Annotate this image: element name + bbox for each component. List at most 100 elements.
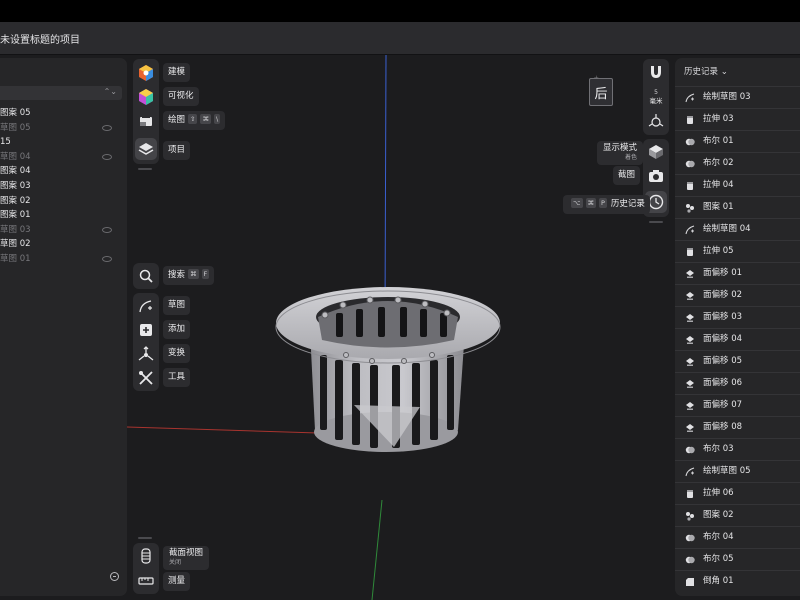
snap-button[interactable] (645, 61, 667, 83)
scene-item[interactable]: 草图 01 (0, 252, 122, 266)
scene-item-label: 草图 01 (0, 254, 31, 264)
visibility-eye-icon[interactable] (102, 226, 112, 233)
history-item[interactable]: 布尔 02 (675, 154, 800, 172)
history-item[interactable]: 图案 02 (675, 506, 800, 524)
history-divider (675, 416, 800, 417)
history-item[interactable]: 拉伸 06 (675, 484, 800, 502)
measure-label[interactable]: 测量 (163, 572, 191, 591)
history-divider (675, 438, 800, 439)
axis-x-line (126, 426, 319, 434)
history-item[interactable]: 面偏移 02 (675, 286, 800, 304)
screenshot-label[interactable]: 截图 (613, 166, 641, 185)
history-item[interactable]: 面偏移 08 (675, 418, 800, 436)
scene-filter-select[interactable]: ⌃⌄ (0, 86, 122, 100)
history-divider (675, 526, 800, 527)
scene-item[interactable]: 草图 04 (0, 150, 122, 164)
scene-item[interactable]: 15 (0, 135, 122, 149)
history-item[interactable]: 布尔 05 (675, 550, 800, 568)
origin-button[interactable] (645, 110, 667, 132)
history-item[interactable]: 绘制草图 05 (675, 462, 800, 480)
basket-model (275, 287, 501, 452)
history-label[interactable]: ⌥ ⌘ P 历史记录 (563, 195, 650, 214)
history-item[interactable]: 面偏移 03 (675, 308, 800, 326)
history-item[interactable]: 面偏移 07 (675, 396, 800, 414)
create-toolbar (133, 293, 159, 391)
history-item-label: 拉伸 03 (703, 114, 734, 124)
add-button[interactable] (135, 319, 157, 341)
display-mode-label[interactable]: 显示模式 着色 (597, 141, 644, 165)
section-view-button[interactable] (135, 545, 157, 567)
shortcut-key: \ (213, 114, 221, 124)
history-item[interactable]: 图案 01 (675, 198, 800, 216)
drawing-label[interactable]: 绘图 ⇧ ⌘ \ (163, 111, 226, 130)
sketch-button[interactable] (135, 295, 157, 317)
visualize-label[interactable]: 可视化 (163, 87, 199, 106)
history-item[interactable]: 绘制草图 04 (675, 220, 800, 238)
units-label: 毫米 (649, 97, 663, 105)
magnet-icon (651, 66, 661, 78)
modeling-label[interactable]: 建模 (163, 63, 191, 82)
scene-item[interactable]: 图案 03 (0, 179, 122, 193)
section-view-text: 截面视图 (169, 548, 204, 558)
view-cube-face-label: 后 (594, 87, 608, 102)
shortcut-key: ⌘ (188, 269, 199, 279)
screenshot-button[interactable] (645, 165, 667, 187)
history-item[interactable]: 面偏移 06 (675, 374, 800, 392)
view-cube-top-face: ㅗ (594, 75, 599, 81)
section-view-label[interactable]: 截面视图 关闭 (163, 546, 210, 570)
scene-item[interactable]: 草图 05 (0, 121, 122, 135)
history-divider (675, 174, 800, 175)
workspace-toolbar (133, 59, 159, 164)
history-item[interactable]: 绘制草图 03 (675, 88, 800, 106)
display-mode-button[interactable] (645, 141, 667, 163)
history-item[interactable]: 布尔 03 (675, 440, 800, 458)
visibility-eye-icon[interactable] (102, 153, 112, 160)
shortcut-key: ⌘ (585, 198, 596, 208)
measure-button[interactable] (135, 569, 157, 591)
search-button[interactable] (135, 265, 157, 287)
scene-item[interactable]: 图案 04 (0, 164, 122, 178)
extrude-icon (685, 488, 695, 498)
scene-item[interactable]: 草图 02 (0, 237, 122, 251)
history-item-label: 面偏移 02 (703, 290, 743, 300)
title-bar: 未设置标题的项目 (0, 22, 800, 55)
modeling-button[interactable] (135, 62, 157, 84)
scene-item-label: 图案 04 (0, 166, 31, 177)
history-item[interactable]: 拉伸 05 (675, 242, 800, 260)
visibility-eye-icon[interactable] (102, 256, 112, 262)
history-item[interactable]: 布尔 04 (675, 528, 800, 546)
history-item[interactable]: 面偏移 04 (675, 330, 800, 348)
scene-item-label: 15 (0, 137, 11, 148)
scene-item[interactable]: 图案 01 (0, 208, 122, 222)
project-button[interactable] (135, 138, 157, 160)
sketch-label[interactable]: 草图 (163, 296, 191, 315)
scene-item[interactable]: 图案 02 (0, 194, 122, 208)
units-button[interactable]: 5 毫米 (645, 86, 667, 108)
visualize-button[interactable] (135, 86, 157, 108)
visualize-icon (139, 89, 153, 105)
add-label[interactable]: 添加 (163, 320, 191, 339)
scene-item[interactable]: 草图 03 (0, 223, 122, 237)
history-item[interactable]: 面偏移 01 (675, 264, 800, 282)
history-item[interactable]: 拉伸 03 (675, 110, 800, 128)
tools-label[interactable]: 工具 (163, 368, 191, 387)
transform-button[interactable] (135, 343, 157, 365)
history-item[interactable]: 拉伸 04 (675, 176, 800, 194)
history-divider (675, 306, 800, 307)
project-label[interactable]: 项目 (163, 141, 191, 160)
history-item[interactable]: 布尔 01 (675, 132, 800, 150)
history-item[interactable]: 面偏移 05 (675, 352, 800, 370)
collapse-panel-icon[interactable] (110, 572, 119, 581)
history-item-label: 绘制草图 05 (703, 466, 751, 476)
project-title[interactable]: 未设置标题的项目 (0, 31, 80, 46)
view-cube[interactable]: ㅗ 后 (589, 75, 613, 106)
drawing-button[interactable] (135, 110, 157, 132)
scene-item[interactable]: 图案 05 (0, 106, 122, 120)
history-panel: 历史记录 ⌄ 绘制草图 03 拉伸 03 布尔 01 布尔 02 拉伸 04 图案 01 绘… (675, 58, 800, 596)
history-header-dropdown[interactable]: 历史记录 ⌄ (684, 65, 728, 77)
transform-label[interactable]: 变换 (163, 344, 191, 363)
tools-button[interactable] (135, 367, 157, 389)
search-label[interactable]: 搜索 ⌘ F (163, 266, 215, 285)
visibility-eye-icon[interactable] (102, 124, 112, 131)
history-item[interactable]: 倒角 01 (675, 572, 800, 590)
